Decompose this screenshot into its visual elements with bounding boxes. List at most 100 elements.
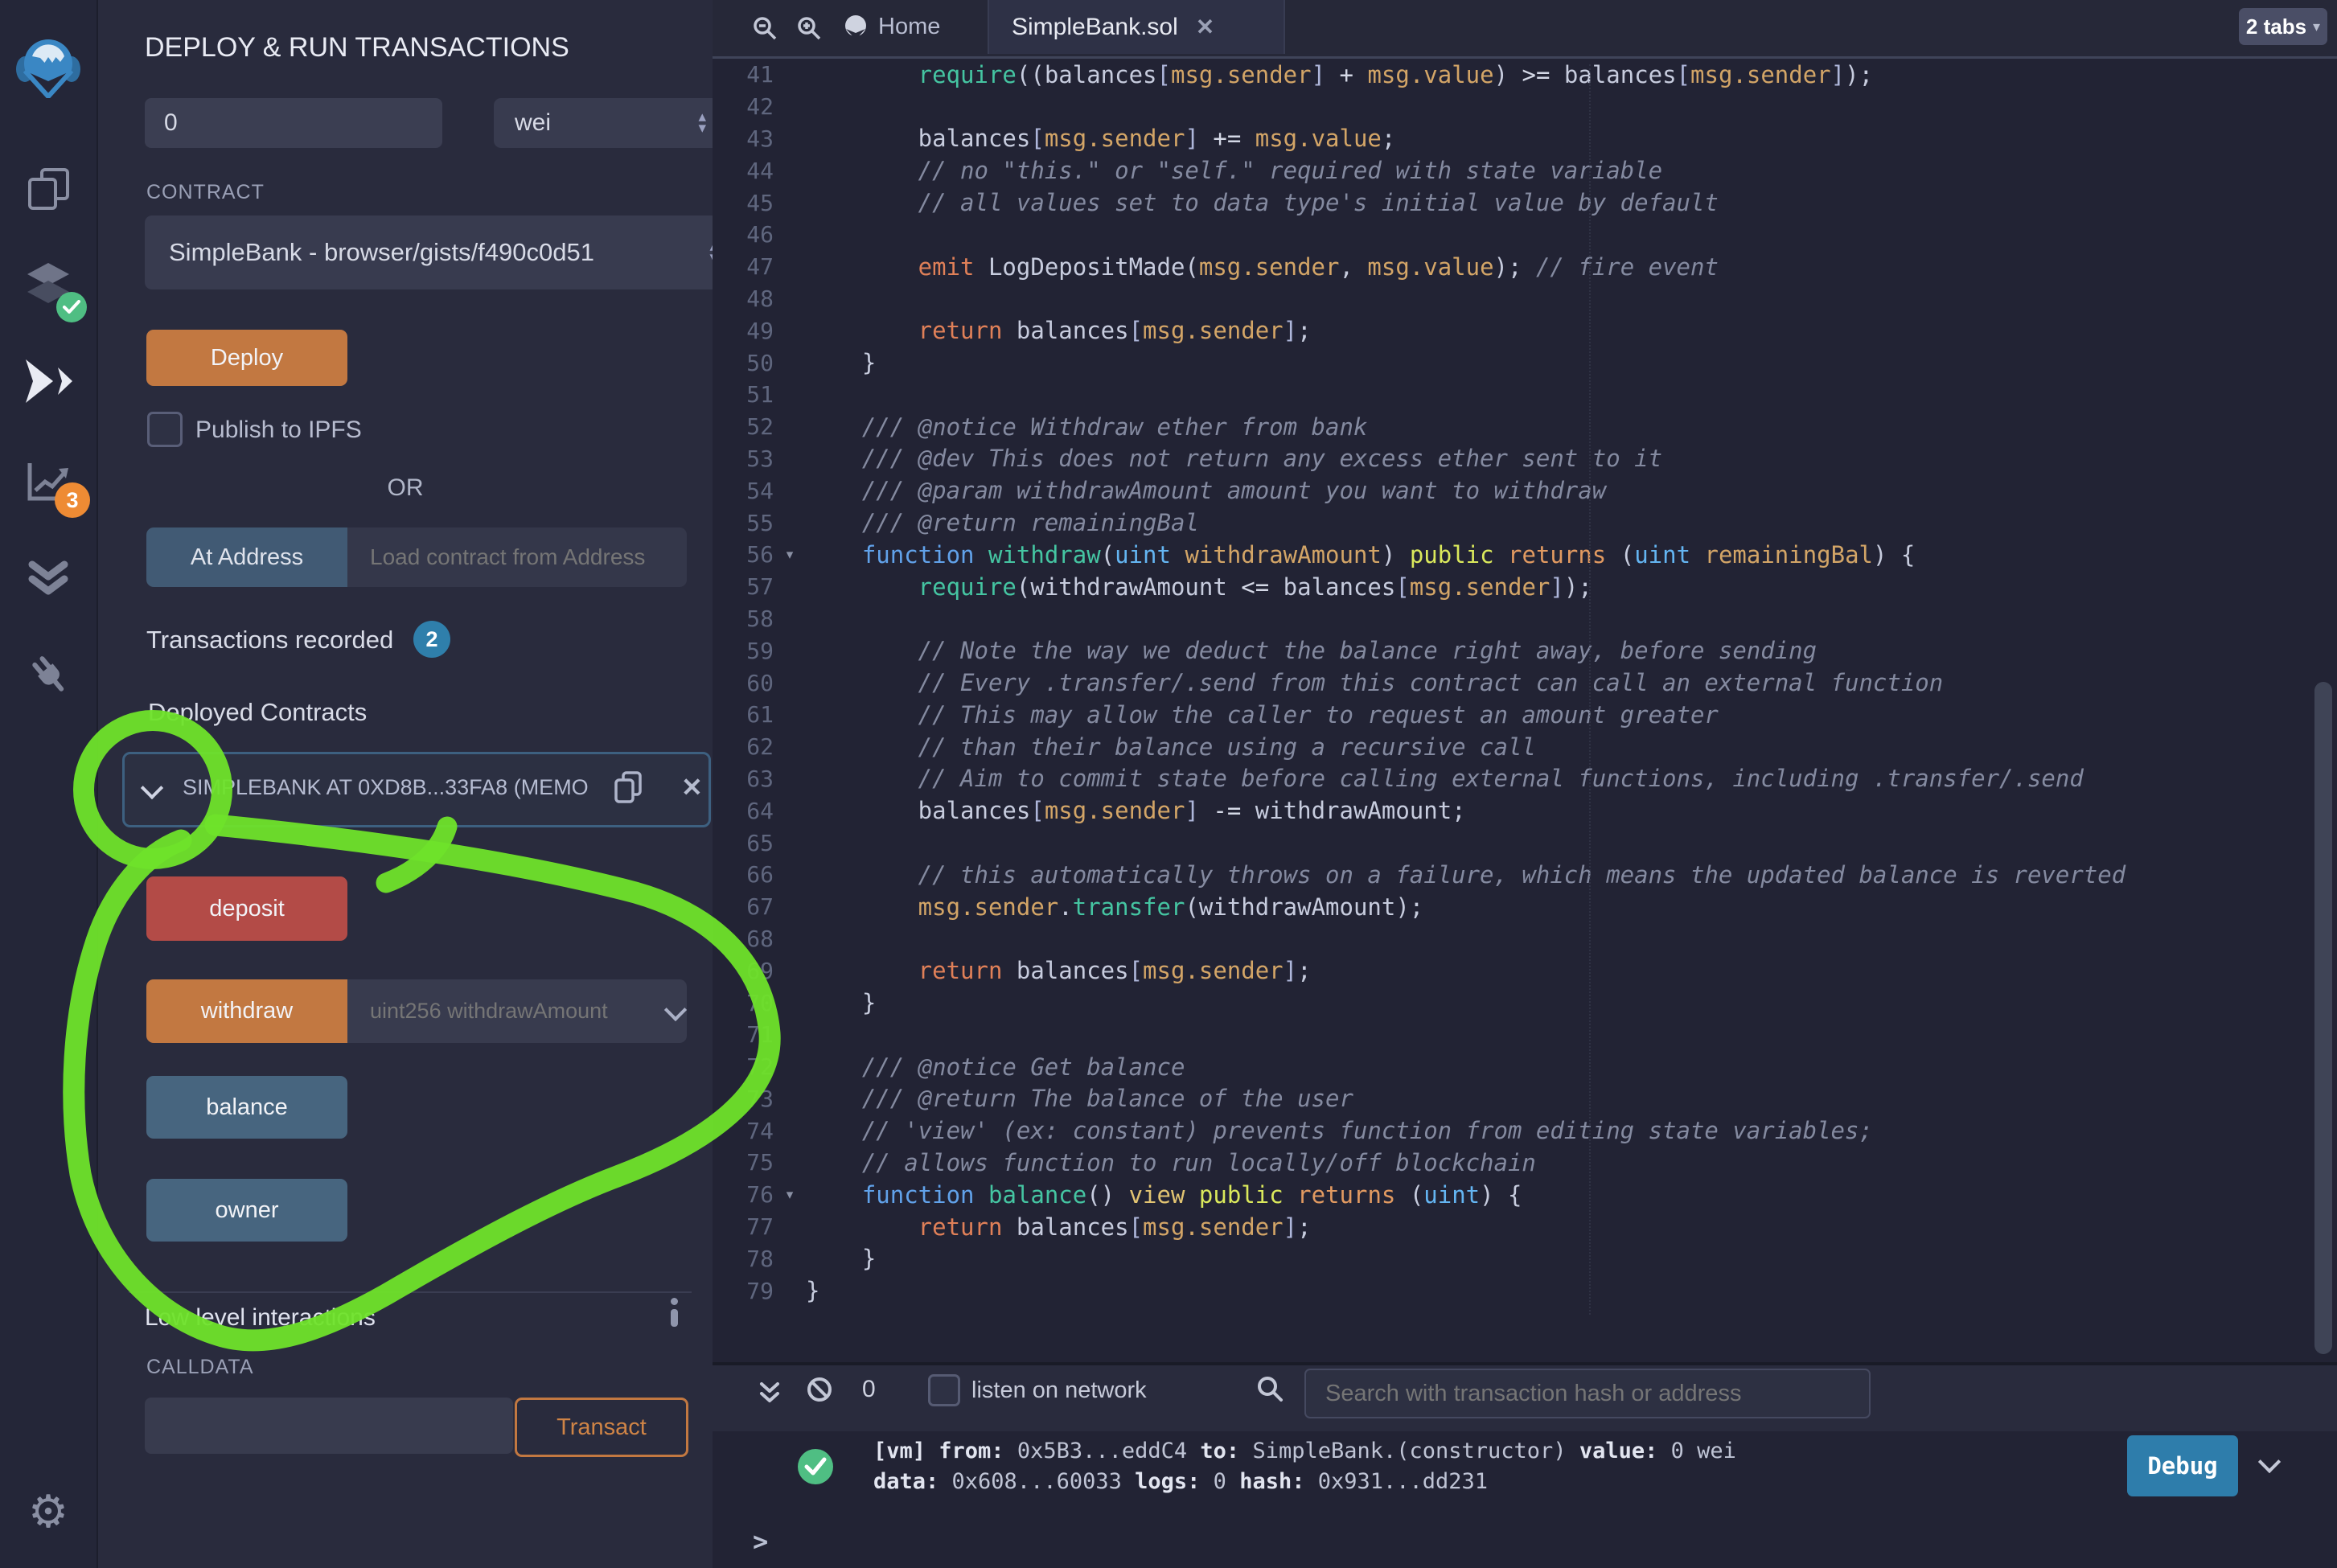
fn-withdraw-button[interactable]: withdraw [146, 979, 347, 1043]
remix-ide-window: 3 ⚙ DEPLOY & RUN TRANSACTIONS [0, 0, 2337, 1568]
remix-logo-icon[interactable] [0, 37, 97, 98]
file-explorer-icon[interactable] [0, 165, 97, 213]
tab-simplebank[interactable]: SimpleBank.sol ✕ [988, 0, 1285, 54]
instance-title: SIMPLEBANK AT 0XD8B...33FA8 (MEMO [183, 775, 601, 800]
code-line[interactable]: 59 // Note the way we deduct the balance… [713, 634, 2337, 667]
code-line[interactable]: 78 } [713, 1242, 2337, 1275]
tx-success-icon [796, 1447, 835, 1486]
code-line[interactable]: 55 /// @return remainingBal [713, 507, 2337, 539]
settings-gear-icon[interactable]: ⚙ [0, 1486, 97, 1538]
listen-network-label: listen on network [971, 1377, 1147, 1404]
code-line[interactable]: 61 // This may allow the caller to reque… [713, 699, 2337, 731]
tab-home[interactable]: Home [841, 0, 988, 54]
listen-network-checkbox[interactable] [928, 1374, 960, 1406]
contract-select[interactable]: SimpleBank - browser/gists/f490c0d51 ▴▾ [145, 215, 725, 289]
code-line[interactable]: 79} [713, 1275, 2337, 1307]
zoom-out-icon[interactable] [753, 16, 778, 42]
publish-ipfs-label: Publish to IPFS [195, 417, 362, 444]
editor-scrollbar[interactable] [2314, 682, 2332, 1354]
info-icon[interactable] [671, 1298, 679, 1330]
tabs-dropdown-caret-icon: ▾ [2313, 18, 2320, 35]
code-line[interactable]: 58 [713, 603, 2337, 635]
transact-button[interactable]: Transact [515, 1398, 688, 1457]
instance-expand-chevron-icon[interactable] [141, 777, 163, 799]
code-line[interactable]: 56▾ function withdraw(uint withdrawAmoun… [713, 539, 2337, 571]
tabs-count-label: 2 tabs [2246, 14, 2306, 39]
indent-guide [1589, 64, 1591, 1315]
fn-owner-button[interactable]: owner [146, 1179, 347, 1242]
code-line[interactable]: 64 balances[msg.sender] -= withdrawAmoun… [713, 794, 2337, 827]
at-address-input[interactable] [347, 527, 687, 587]
at-address-button[interactable]: At Address [146, 527, 347, 587]
code-line[interactable]: 47 emit LogDepositMade(msg.sender, msg.v… [713, 251, 2337, 283]
expand-terminal-icon[interactable] [758, 1380, 782, 1407]
at-address-row: At Address [146, 527, 687, 587]
publish-ipfs-checkbox[interactable] [147, 412, 183, 447]
code-line[interactable]: 45 // all values set to data type's init… [713, 187, 2337, 219]
clear-console-icon[interactable] [806, 1376, 833, 1403]
unit-testing-icon[interactable] [0, 556, 97, 598]
code-line[interactable]: 77 return balances[msg.sender]; [713, 1211, 2337, 1243]
code-line[interactable]: 49 return balances[msg.sender]; [713, 314, 2337, 347]
contract-label: CONTRACT [146, 181, 265, 204]
code-line[interactable]: 71 [713, 1019, 2337, 1051]
code-line[interactable]: 66 // this automatically throws on a fai… [713, 859, 2337, 891]
code-line[interactable]: 48 [713, 283, 2337, 315]
code-line[interactable]: 54 /// @param withdrawAmount amount you … [713, 474, 2337, 507]
deployed-contracts-label: Deployed Contracts [148, 698, 367, 727]
code-line[interactable]: 43 balances[msg.sender] += msg.value; [713, 123, 2337, 155]
code-line[interactable]: 60 // Every .transfer/.send from this co… [713, 667, 2337, 699]
code-line[interactable]: 67 msg.sender.transfer(withdrawAmount); [713, 891, 2337, 923]
code-line[interactable]: 62 // than their balance using a recursi… [713, 731, 2337, 763]
code-line[interactable]: 50 } [713, 347, 2337, 379]
deploy-run-icon[interactable] [0, 358, 97, 404]
calldata-input[interactable] [145, 1398, 513, 1454]
code-line[interactable]: 63 // Aim to commit state before calling… [713, 763, 2337, 795]
unit-select[interactable]: wei ▴▾ [494, 98, 721, 148]
code-line[interactable]: 72 /// @notice Get balance [713, 1051, 2337, 1083]
active-tab-label: SimpleBank.sol [1012, 14, 1178, 41]
code-line[interactable]: 52 /// @notice Withdraw ether from bank [713, 411, 2337, 443]
code-editor[interactable]: 41 require((balances[msg.sender] + msg.v… [713, 59, 2337, 1359]
log-expand-chevron-icon[interactable] [2258, 1451, 2281, 1473]
transactions-count-badge: 2 [413, 621, 450, 658]
terminal-log-line: [vm] from: 0x5B3...eddC4 to: SimpleBank.… [873, 1436, 1736, 1467]
plugin-manager-icon[interactable] [0, 650, 97, 700]
code-line[interactable]: 69 return balances[msg.sender]; [713, 954, 2337, 987]
value-input[interactable] [145, 98, 442, 148]
deploy-button[interactable]: Deploy [146, 330, 347, 386]
code-line[interactable]: 41 require((balances[msg.sender] + msg.v… [713, 59, 2337, 91]
contract-instance-card: SIMPLEBANK AT 0XD8B...33FA8 (MEMO ✕ [122, 752, 711, 827]
icon-rail: 3 ⚙ [0, 0, 98, 1568]
fn-deposit-button[interactable]: deposit [146, 876, 347, 941]
debug-button[interactable]: Debug [2127, 1435, 2238, 1496]
code-line[interactable]: 46 [713, 219, 2337, 251]
code-line[interactable]: 75 // allows function to run locally/off… [713, 1147, 2337, 1179]
code-line[interactable]: 57 require(withdrawAmount <= balances[ms… [713, 571, 2337, 603]
code-line[interactable]: 73 /// @return The balance of the user [713, 1083, 2337, 1115]
code-line[interactable]: 74 // 'view' (ex: constant) prevents fun… [713, 1114, 2337, 1147]
code-line[interactable]: 76▾ function balance() view public retur… [713, 1179, 2337, 1211]
terminal-log-line: data: 0x608...60033 logs: 0 hash: 0x931.… [873, 1467, 1736, 1497]
code-lines: 41 require((balances[msg.sender] + msg.v… [713, 59, 2337, 1307]
code-line[interactable]: 70 } [713, 987, 2337, 1019]
terminal-search-input[interactable] [1304, 1369, 1871, 1418]
terminal-log[interactable]: [vm] from: 0x5B3...eddC4 to: SimpleBank.… [873, 1436, 1736, 1497]
copy-address-icon[interactable] [614, 770, 643, 806]
search-icon [1256, 1375, 1284, 1402]
editor-tabbar: Home SimpleBank.sol ✕ 2 tabs ▾ [713, 0, 2337, 59]
panel-divider [129, 1291, 692, 1293]
code-line[interactable]: 65 [713, 827, 2337, 859]
code-line[interactable]: 42 [713, 91, 2337, 123]
code-line[interactable]: 44 // no "this." or "self." required wit… [713, 154, 2337, 187]
code-line[interactable]: 53 /// @dev This does not return any exc… [713, 443, 2337, 475]
withdraw-amount-input[interactable] [347, 979, 687, 1043]
fn-balance-button[interactable]: balance [146, 1076, 347, 1139]
zoom-in-icon[interactable] [797, 16, 823, 42]
tabs-count-dropdown[interactable]: 2 tabs ▾ [2239, 8, 2327, 45]
code-line[interactable]: 68 [713, 923, 2337, 955]
home-tab-label: Home [878, 14, 940, 40]
code-line[interactable]: 51 [713, 379, 2337, 411]
close-instance-icon[interactable]: ✕ [681, 772, 703, 802]
close-tab-icon[interactable]: ✕ [1196, 14, 1214, 40]
